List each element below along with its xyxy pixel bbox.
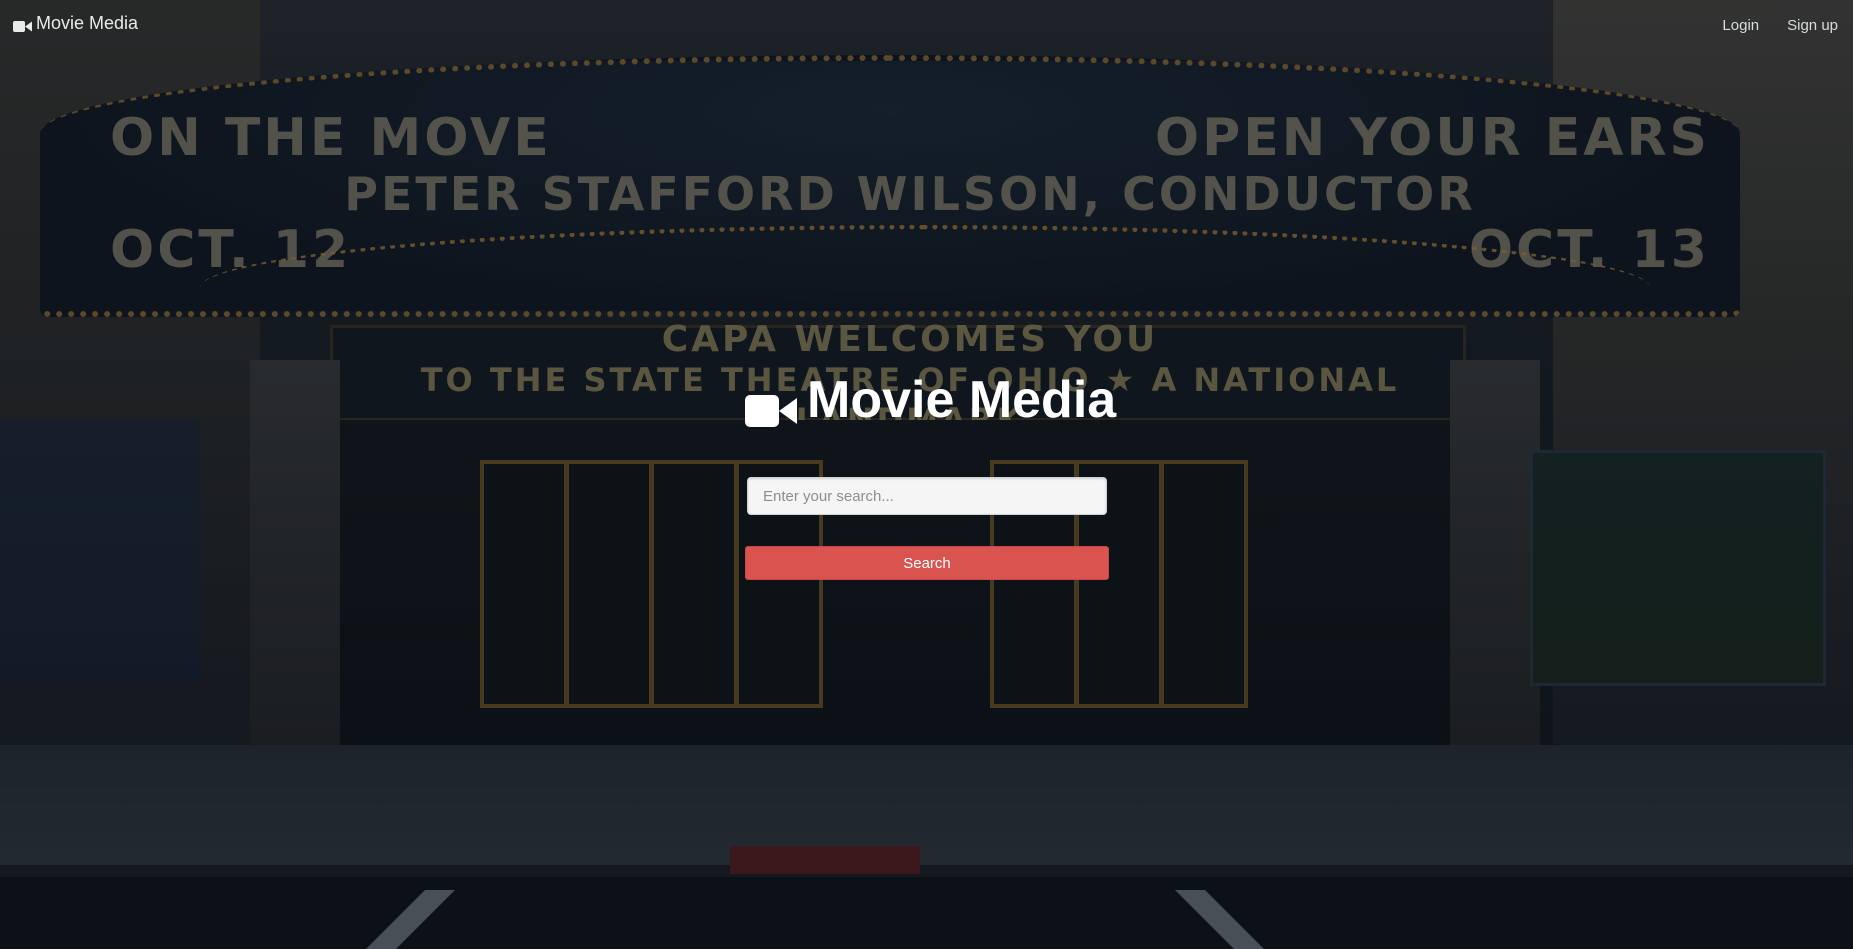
brand-link[interactable]: Movie Media	[13, 13, 138, 34]
search-input[interactable]	[747, 477, 1107, 515]
navbar: Movie Media Login Sign up	[0, 0, 1853, 50]
dark-overlay	[0, 0, 1853, 949]
login-link[interactable]: Login	[1722, 17, 1759, 34]
video-camera-icon	[745, 382, 797, 427]
signup-link[interactable]: Sign up	[1787, 17, 1838, 34]
brand-label: Movie Media	[36, 13, 139, 33]
page-title: Movie Media	[745, 370, 1116, 430]
page: ON THE MOVE OPEN YOUR EARS PETER STAFFOR…	[0, 0, 1853, 949]
page-title-text: Movie Media	[807, 371, 1117, 429]
hero-search: Movie Media Search	[745, 370, 1116, 580]
background-photo: ON THE MOVE OPEN YOUR EARS PETER STAFFOR…	[0, 0, 1853, 949]
search-button[interactable]: Search	[745, 546, 1109, 580]
video-camera-icon	[13, 17, 32, 32]
nav-right: Login Sign up	[1722, 17, 1838, 34]
